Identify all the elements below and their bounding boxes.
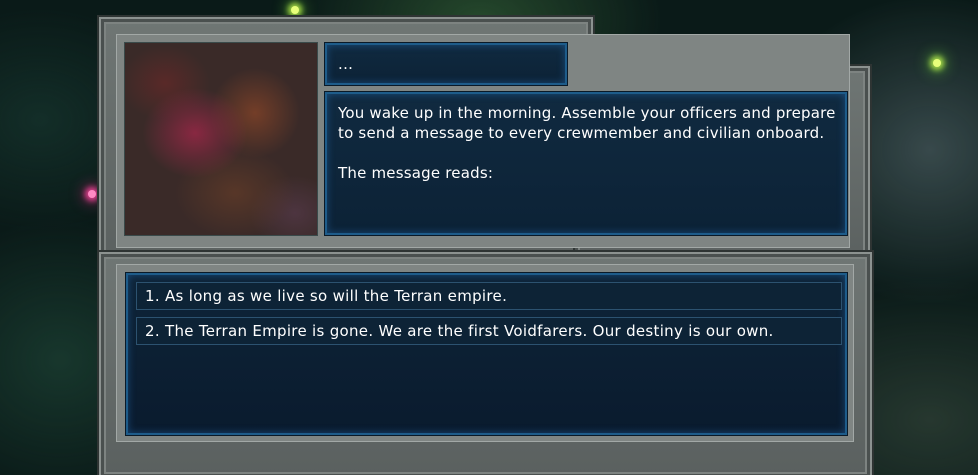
choices-panel: 1. As long as we live so will the Terran… [126, 273, 847, 435]
event-description: You wake up in the morning. Assemble you… [338, 103, 838, 183]
pink-star [88, 190, 96, 198]
event-title: ... [338, 55, 354, 73]
event-title-panel: ... [325, 43, 567, 85]
event-paragraph: The message reads: [338, 164, 494, 182]
event-text-panel: You wake up in the morning. Assemble you… [325, 92, 847, 235]
choice-option-2[interactable]: 2. The Terran Empire is gone. We are the… [136, 317, 842, 345]
choice-option-1[interactable]: 1. As long as we live so will the Terran… [136, 282, 842, 310]
event-paragraph: You wake up in the morning. Assemble you… [338, 104, 836, 142]
event-portrait-image [124, 42, 318, 236]
green-star [933, 59, 941, 67]
green-star [291, 6, 299, 14]
